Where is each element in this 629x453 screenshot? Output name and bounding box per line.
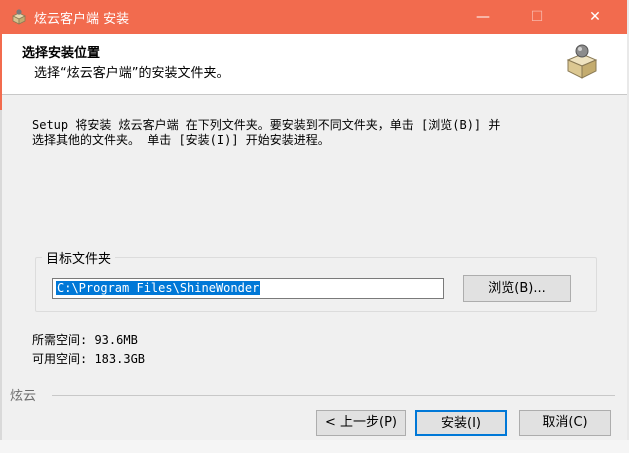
brand-label: 炫云 [10,389,37,404]
window-title: 炫云客户端 安装 [34,12,130,27]
install-path-input[interactable]: C:\Program Files\ShineWonder [52,278,444,299]
back-button[interactable]: < 上一步(P) [316,410,406,436]
page-subtitle: 选择“炫云客户端”的安装文件夹。 [34,66,230,81]
title-bar: 炫云客户端 安装 — ☐ ✕ [2,0,627,34]
page-header: 选择安装位置 选择“炫云客户端”的安装文件夹。 [2,34,627,95]
install-description: Setup 将安装 炫云客户端 在下列文件夹。要安装到不同文件夹，单击 [浏览(… [32,118,602,148]
install-button[interactable]: 安装(I) [415,410,507,436]
description-line-2: 选择其他的文件夹。 单击 [安装(I)] 开始安装进程。 [32,133,330,147]
installer-window: 炫云客户端 安装 — ☐ ✕ 选择安装位置 选择“炫云客户端”的安装文件夹。 S… [2,0,627,440]
footer-divider [52,395,615,396]
minimize-button[interactable]: — [460,0,506,34]
destination-folder-label: 目标文件夹 [42,248,116,267]
available-space: 可用空间: 183.3GB [32,352,146,366]
page-title: 选择安装位置 [22,46,101,61]
browse-button[interactable]: 浏览(B)... [463,275,571,302]
installer-package-icon [566,44,598,79]
close-button[interactable]: ✕ [572,0,618,34]
installer-app-icon [12,9,26,25]
required-space: 所需空间: 93.6MB [32,333,138,347]
maximize-button[interactable]: ☐ [514,0,560,34]
cancel-button[interactable]: 取消(C) [519,410,611,436]
background-window-strip [0,440,629,453]
description-line-1: Setup 将安装 炫云客户端 在下列文件夹。要安装到不同文件夹，单击 [浏览(… [32,118,501,132]
install-path-value: C:\Program Files\ShineWonder [56,281,261,295]
